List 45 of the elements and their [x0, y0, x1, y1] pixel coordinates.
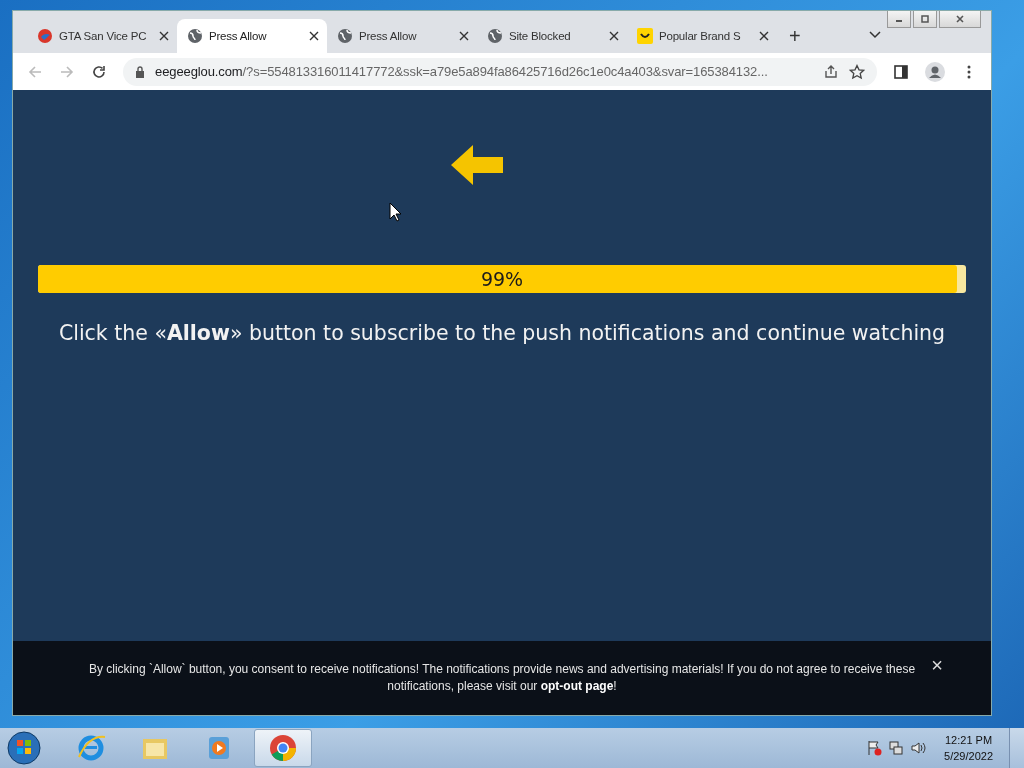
chrome-icon: [268, 733, 298, 763]
close-icon: [955, 14, 965, 24]
minimize-button[interactable]: [887, 11, 911, 28]
arrow-left-icon: [451, 145, 503, 185]
logo-icon: [37, 28, 53, 44]
browser-tab[interactable]: GTA San Vice PC: [27, 19, 177, 53]
smile-icon: [637, 28, 653, 44]
new-tab-button[interactable]: +: [777, 19, 813, 53]
start-button[interactable]: [6, 730, 42, 766]
browser-tab[interactable]: Popular Brand S: [627, 19, 777, 53]
side-panel-icon[interactable]: [893, 63, 909, 80]
close-icon[interactable]: [759, 31, 769, 41]
close-button[interactable]: ×: [931, 655, 943, 675]
star-icon[interactable]: [849, 63, 865, 80]
browser-tab[interactable]: Press Allow: [327, 19, 477, 53]
chevron-down-icon[interactable]: [869, 31, 881, 39]
reload-icon[interactable]: [91, 63, 107, 80]
clock[interactable]: 12:21 PM 5/29/2022: [944, 732, 993, 764]
consent-text: By clicking `Allow` button, you consent to receive notifications! The notifications provide news and advertising materials! If you do not agree to receive these notifications, please visit our opt-out page!: [87, 661, 917, 695]
share-icon[interactable]: [823, 63, 839, 80]
clock-time: 12:21 PM: [945, 733, 993, 748]
lock-icon: [135, 65, 145, 78]
globe-icon: [337, 28, 353, 44]
browser-tab[interactable]: Site Blocked: [477, 19, 627, 53]
speaker-icon[interactable]: [910, 740, 927, 756]
profile-icon[interactable]: [925, 61, 945, 82]
close-icon[interactable]: [309, 31, 319, 41]
taskbar-app[interactable]: [254, 729, 312, 767]
progress-label: 99%: [480, 268, 524, 290]
cursor-icon: [389, 202, 401, 222]
flag-icon[interactable]: [866, 740, 883, 756]
browser-tab[interactable]: Press Allow: [177, 19, 327, 53]
globe-icon: [487, 28, 503, 44]
close-icon[interactable]: [159, 31, 169, 41]
clock-date: 5/29/2022: [944, 749, 993, 764]
instruction-text: Click the «Allow» button to subscribe to the push notifications and continue watching: [58, 321, 946, 345]
globe-icon: [187, 28, 203, 44]
network-icon[interactable]: [888, 740, 905, 756]
restore-button[interactable]: [913, 11, 937, 28]
close-window-button[interactable]: [939, 11, 981, 28]
close-icon[interactable]: [609, 31, 619, 41]
restore-icon: [920, 14, 930, 24]
close-icon[interactable]: [459, 31, 469, 41]
browser-e-icon: [76, 733, 106, 763]
address-bar[interactable]: eegeeglou.com/?s=554813316011417772&ssk=a79e5a894fa86425716d26c1e0c4a403&svar=165384132...: [123, 57, 877, 86]
